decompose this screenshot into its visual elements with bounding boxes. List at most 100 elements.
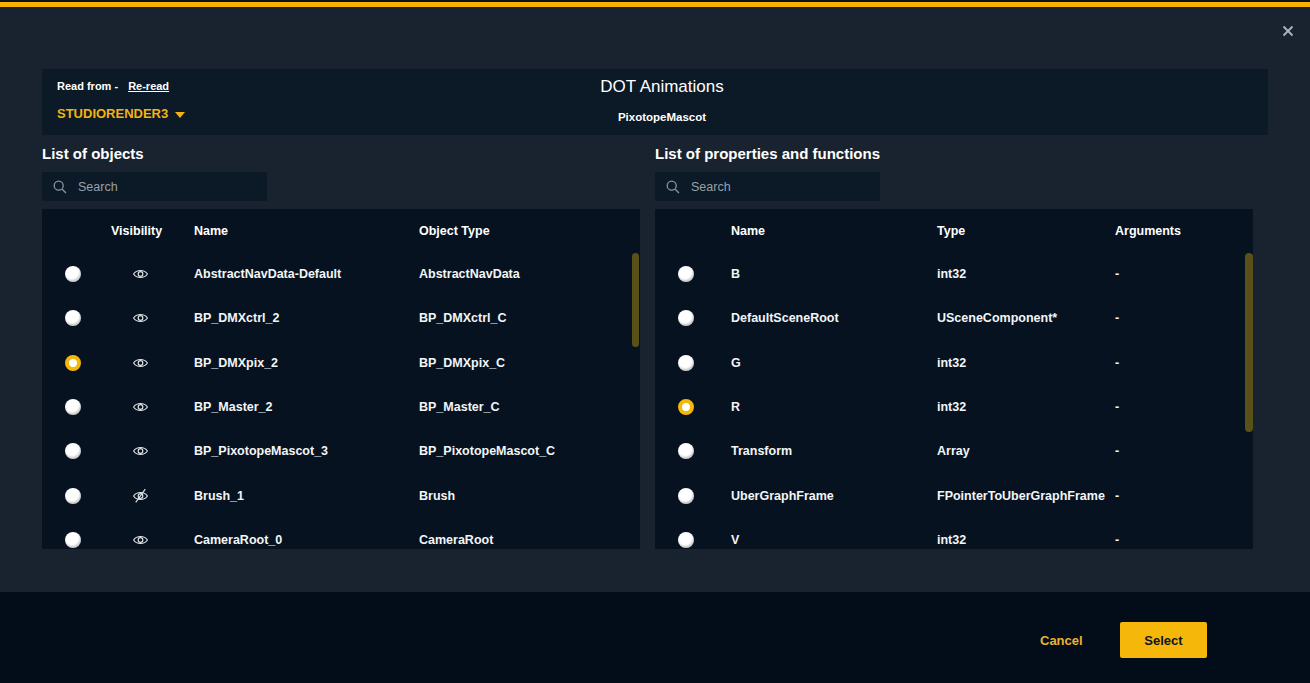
column-header-arguments: Arguments	[1115, 224, 1181, 238]
eye-icon	[132, 310, 149, 327]
objects-panel-heading: List of objects	[42, 145, 144, 162]
search-icon	[53, 180, 67, 194]
row-select-radio[interactable]	[65, 443, 81, 459]
close-icon	[1282, 25, 1294, 37]
row-select-radio[interactable]	[678, 443, 694, 459]
property-type: Array	[937, 444, 970, 458]
dialog-subtitle: PixotopeMascot	[56, 111, 1268, 123]
property-name: R	[731, 400, 740, 414]
object-name: Brush_1	[194, 489, 244, 503]
row-select-radio[interactable]	[678, 488, 694, 504]
property-name: DefaultSceneRoot	[731, 311, 839, 325]
objects-search-input[interactable]	[78, 180, 267, 194]
object-name: BP_PixotopeMascot_3	[194, 444, 328, 458]
table-row: BP_DMXpix_2 BP_DMXpix_C	[42, 341, 640, 385]
row-select-radio[interactable]	[678, 532, 694, 548]
table-row: V int32 -	[655, 518, 1253, 549]
eye-icon	[132, 266, 149, 283]
row-select-radio[interactable]	[65, 310, 81, 326]
property-arguments: -	[1115, 400, 1119, 414]
visibility-toggle[interactable]	[132, 531, 149, 548]
column-header-visibility: Visibility	[111, 224, 162, 238]
properties-search[interactable]	[655, 172, 880, 201]
row-select-radio[interactable]	[678, 266, 694, 282]
properties-panel-heading: List of properties and functions	[655, 145, 880, 162]
property-arguments: -	[1115, 533, 1119, 547]
property-arguments: -	[1115, 356, 1119, 370]
visibility-toggle[interactable]	[132, 354, 149, 371]
dialog-window: { "accent": "#f6b70b", "window": { "clos…	[0, 0, 1310, 683]
row-select-radio[interactable]	[678, 355, 694, 371]
row-select-radio[interactable]	[65, 488, 81, 504]
table-row: UberGraphFrame FPointerToUberGraphFrame …	[655, 474, 1253, 518]
object-type: CameraRoot	[419, 533, 493, 547]
cancel-button[interactable]: Cancel	[1040, 633, 1083, 648]
object-type: BP_PixotopeMascot_C	[419, 444, 555, 458]
property-name: UberGraphFrame	[731, 489, 834, 503]
properties-search-input[interactable]	[691, 180, 880, 194]
row-select-radio[interactable]	[678, 399, 694, 415]
visibility-toggle[interactable]	[132, 310, 149, 327]
dialog-header: Read from -Re-read STUDIORENDER3 DOT Ani…	[42, 69, 1268, 135]
property-arguments: -	[1115, 444, 1119, 458]
objects-search[interactable]	[42, 172, 267, 201]
table-row: DefaultSceneRoot USceneComponent* -	[655, 296, 1253, 340]
property-type: int32	[937, 356, 966, 370]
object-name: BP_DMXpix_2	[194, 356, 278, 370]
visibility-toggle[interactable]	[132, 443, 149, 460]
table-row: R int32 -	[655, 385, 1253, 429]
property-name: Transform	[731, 444, 792, 458]
table-row: CameraRoot_0 CameraRoot	[42, 518, 640, 549]
eye-icon	[132, 531, 149, 548]
object-type: BP_DMXpix_C	[419, 356, 505, 370]
property-arguments: -	[1115, 489, 1119, 503]
close-button[interactable]	[1282, 23, 1294, 35]
row-select-radio[interactable]	[65, 355, 81, 371]
object-type: BP_DMXctrl_C	[419, 311, 507, 325]
eye-icon	[132, 398, 149, 415]
object-type: Brush	[419, 489, 455, 503]
property-type: int32	[937, 400, 966, 414]
table-row: Brush_1 Brush	[42, 474, 640, 518]
object-name: CameraRoot_0	[194, 533, 282, 547]
search-icon	[666, 180, 680, 194]
table-row: B int32 -	[655, 252, 1253, 296]
visibility-toggle[interactable]	[132, 487, 149, 504]
visibility-toggle[interactable]	[132, 266, 149, 283]
row-select-radio[interactable]	[65, 399, 81, 415]
object-type: AbstractNavData	[419, 267, 520, 281]
accent-top-bar	[0, 2, 1310, 7]
property-type: USceneComponent*	[937, 311, 1057, 325]
object-name: BP_DMXctrl_2	[194, 311, 279, 325]
object-name: BP_Master_2	[194, 400, 273, 414]
objects-scrollbar-thumb[interactable]	[632, 253, 639, 347]
properties-table: Name Type Arguments B int32 - DefaultSce…	[655, 209, 1253, 549]
property-type: int32	[937, 267, 966, 281]
eye-off-icon	[132, 487, 149, 504]
dialog-footer: Cancel Select	[0, 592, 1310, 683]
row-select-radio[interactable]	[65, 266, 81, 282]
property-name: G	[731, 356, 741, 370]
table-row: BP_Master_2 BP_Master_C	[42, 385, 640, 429]
eye-icon	[132, 443, 149, 460]
object-name: AbstractNavData-Default	[194, 267, 341, 281]
row-select-radio[interactable]	[678, 310, 694, 326]
table-row: G int32 -	[655, 341, 1253, 385]
properties-scrollbar-thumb[interactable]	[1245, 253, 1253, 432]
eye-icon	[132, 354, 149, 371]
property-arguments: -	[1115, 267, 1119, 281]
table-row: AbstractNavData-Default AbstractNavData	[42, 252, 640, 296]
table-row: BP_PixotopeMascot_3 BP_PixotopeMascot_C	[42, 429, 640, 473]
select-button[interactable]: Select	[1120, 622, 1207, 658]
dialog-title: DOT Animations	[56, 77, 1268, 97]
property-arguments: -	[1115, 311, 1119, 325]
property-name: V	[731, 533, 739, 547]
property-name: B	[731, 267, 740, 281]
column-header-name: Name	[194, 224, 228, 238]
column-header-type: Type	[937, 224, 965, 238]
property-type: FPointerToUberGraphFrame	[937, 489, 1105, 503]
property-type: int32	[937, 533, 966, 547]
row-select-radio[interactable]	[65, 532, 81, 548]
visibility-toggle[interactable]	[132, 398, 149, 415]
column-header-name: Name	[731, 224, 765, 238]
